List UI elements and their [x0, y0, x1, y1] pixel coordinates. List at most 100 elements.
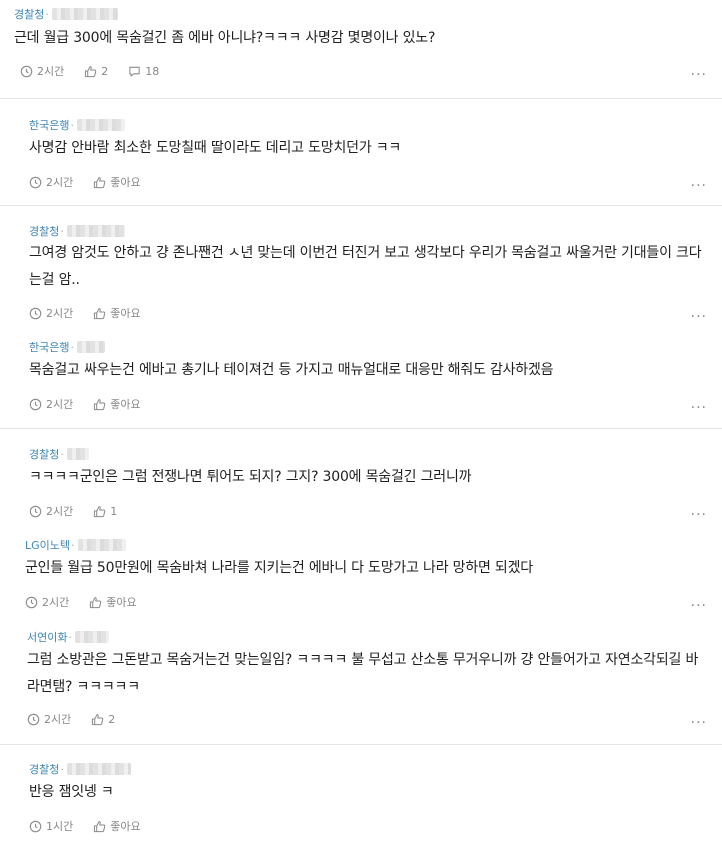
more-dots-icon[interactable]: ··· [691, 68, 707, 82]
time-group: 2시간 [29, 174, 73, 190]
blurred-nickname [66, 225, 125, 237]
thumbs-up-icon [85, 65, 97, 77]
comment-time: 2시간 [37, 65, 65, 78]
thumbs-up-icon [94, 307, 106, 319]
clock-icon [29, 176, 42, 188]
comment-text: 군인들 월급 50만원에 목숨바쳐 나라를 지키는건 에바니 다 도망가고 나라… [25, 560, 533, 576]
like-label: 좋아요 [110, 398, 141, 411]
author-name[interactable]: 경찰청 [29, 761, 59, 777]
author-name[interactable]: 서연이화 [27, 629, 67, 645]
thumbs-up-icon [94, 820, 106, 832]
comment-meta: 2시간 좋아요 [25, 594, 157, 610]
like-button[interactable]: 좋아요 [93, 174, 141, 190]
comment-author[interactable]: 경찰청 · [29, 223, 125, 239]
comment-author[interactable]: 경찰청 · [29, 446, 89, 462]
thumbs-up-icon [92, 713, 104, 725]
blurred-nickname [76, 119, 125, 131]
author-name[interactable]: 경찰청 [29, 446, 59, 462]
more-dots-icon[interactable]: ··· [691, 599, 707, 613]
divider [0, 205, 722, 206]
author-separator: · [60, 224, 64, 238]
like-button[interactable]: 1 [93, 505, 117, 518]
speech-bubble-icon [129, 66, 140, 77]
comment-time: 2시간 [46, 505, 74, 518]
like-count: 2 [101, 64, 109, 78]
comment-meta: 1시간 좋아요 [29, 818, 161, 834]
comment-time: 2시간 [46, 398, 74, 411]
like-button[interactable]: 좋아요 [93, 305, 141, 321]
like-button[interactable]: 좋아요 [89, 594, 137, 610]
like-button[interactable]: 2 [84, 65, 108, 78]
comment-meta: 2시간 좋아요 [29, 174, 161, 190]
like-label: 좋아요 [110, 176, 141, 189]
comment-meta: 2시간 1 [29, 503, 137, 519]
like-button[interactable]: 좋아요 [93, 396, 141, 412]
comment-text: 사명감 안바람 최소한 도망칠때 딸이라도 데리고 도망치던가 ㅋㅋ [29, 140, 402, 156]
thumbs-up-icon [90, 596, 102, 608]
more-dots-icon[interactable]: ··· [691, 508, 707, 522]
time-group: 2시간 [20, 63, 64, 79]
like-button[interactable]: 2 [91, 713, 115, 726]
divider [0, 428, 722, 429]
blurred-nickname [66, 448, 89, 460]
comment-time: 1시간 [46, 820, 74, 833]
clock-icon [27, 713, 40, 725]
thumbs-up-icon [94, 398, 106, 410]
comment-text: 그럼 소방관은 그돈받고 목숨거는건 맞는일임? ㅋㅋㅋㅋ 불 무섭고 산소통 … [27, 652, 699, 695]
comment-text: ㅋㅋㅋㅋ군인은 그럼 전쟁나면 튀어도 되지? 그지? 300에 목숨걸긴 그러… [29, 469, 472, 485]
clock-icon [20, 65, 33, 77]
author-separator: · [70, 118, 74, 132]
like-count: 1 [110, 504, 118, 518]
comment-author[interactable]: LG이노텍 · [25, 537, 126, 553]
blurred-nickname [74, 631, 109, 643]
reply-button[interactable]: 18 [128, 65, 159, 78]
comment-text: 반응 잼잇넹 ㅋ [29, 784, 114, 800]
comment-author[interactable]: 서연이화 · [27, 629, 109, 645]
author-name[interactable]: 경찰청 [29, 223, 59, 239]
author-separator: · [68, 630, 72, 644]
like-button[interactable]: 좋아요 [93, 818, 141, 834]
like-label: 좋아요 [106, 596, 137, 609]
thumbs-up-icon [94, 505, 106, 517]
reply-count: 18 [145, 64, 160, 78]
comment-author[interactable]: 한국은행 · [29, 117, 125, 133]
comment-time: 2시간 [44, 713, 72, 726]
time-group: 2시간 [27, 711, 71, 727]
author-name[interactable]: 경찰청 [14, 6, 44, 22]
comment-time: 2시간 [42, 596, 70, 609]
comment-meta: 2시간 좋아요 [29, 396, 161, 412]
comment-text: 그여경 암것도 안하고 걍 존나짼건 ㅅ년 맞는데 이번건 터진거 보고 생각보… [29, 245, 702, 288]
clock-icon [29, 505, 42, 517]
author-separator: · [60, 447, 64, 461]
clock-icon [25, 596, 38, 608]
clock-icon [29, 820, 42, 832]
time-group: 2시간 [29, 503, 73, 519]
time-group: 2시간 [25, 594, 69, 610]
like-label: 좋아요 [110, 307, 141, 320]
divider [0, 98, 722, 99]
comment-author[interactable]: 경찰청 · [29, 761, 131, 777]
more-dots-icon[interactable]: ··· [691, 179, 707, 193]
more-dots-icon[interactable]: ··· [691, 716, 707, 730]
author-name[interactable]: LG이노텍 [25, 537, 70, 553]
comment-meta: 2시간 2 18 [20, 63, 179, 79]
like-count: 2 [108, 712, 116, 726]
author-name[interactable]: 한국은행 [29, 339, 69, 355]
more-dots-icon[interactable]: ··· [691, 310, 707, 324]
author-separator: · [71, 538, 75, 552]
clock-icon [29, 398, 42, 410]
comment-time: 2시간 [46, 307, 74, 320]
author-name[interactable]: 한국은행 [29, 117, 69, 133]
comment-author[interactable]: 경찰청 · [14, 6, 118, 22]
comment-text: 근데 월급 300에 목숨걸긴 좀 에바 아니냐?ㅋㅋㅋ 사명감 몇명이나 있노… [14, 30, 436, 46]
time-group: 1시간 [29, 818, 73, 834]
blurred-nickname [77, 539, 126, 551]
time-group: 2시간 [29, 396, 73, 412]
author-separator: · [45, 7, 49, 21]
more-dots-icon[interactable]: ··· [691, 401, 707, 415]
comment-time: 2시간 [46, 176, 74, 189]
author-separator: · [60, 762, 64, 776]
blurred-nickname [66, 763, 131, 775]
comment-author[interactable]: 한국은행 · [29, 339, 105, 355]
time-group: 2시간 [29, 305, 73, 321]
